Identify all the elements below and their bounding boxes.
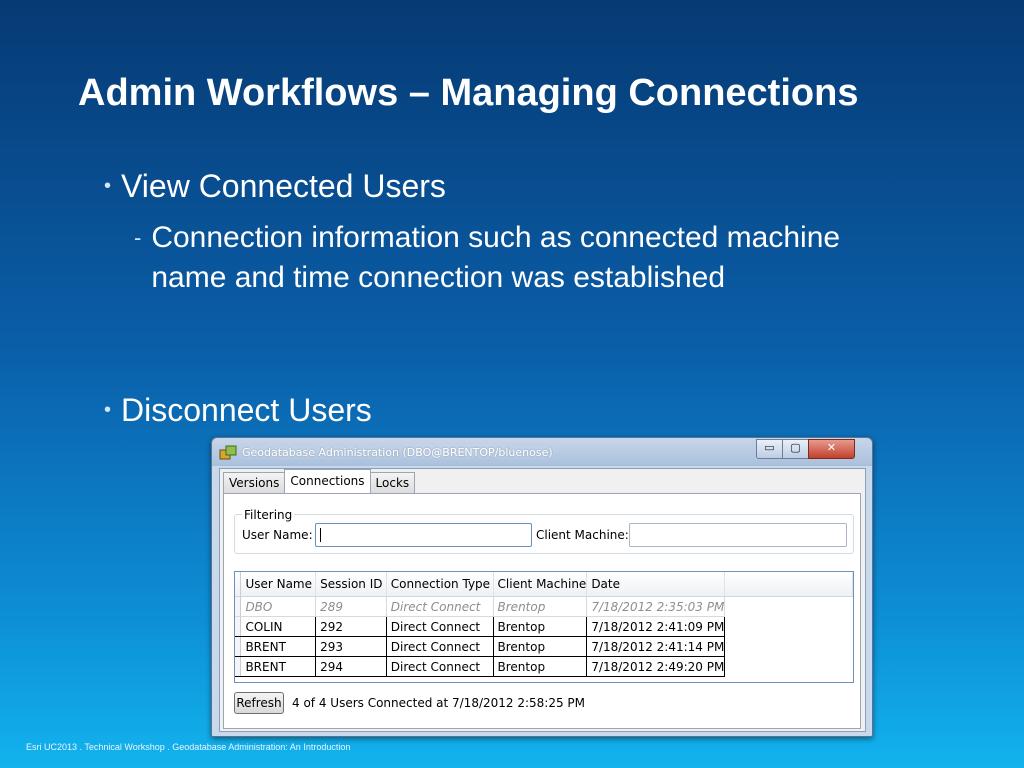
cell-connection-type: Direct Connect: [386, 616, 494, 637]
cell-date: 7/18/2012 2:35:03 PM: [586, 596, 726, 617]
cell-connection-type: Direct Connect: [386, 596, 494, 617]
cell-filler: [725, 637, 853, 657]
cell-connection-type: Direct Connect: [386, 636, 494, 657]
user-name-input[interactable]: [315, 523, 532, 547]
column-header-client-machine[interactable]: Client Machine: [493, 572, 588, 597]
cell-session-id: 293: [315, 636, 387, 657]
grid-header-row: User Name Session ID Connection Type Cli…: [235, 572, 853, 597]
connections-panel: Filtering User Name: Client Machine: Use…: [223, 493, 861, 729]
table-row[interactable]: BRENT 293 Direct Connect Brentop 7/18/20…: [235, 636, 853, 657]
connection-status-text: 4 of 4 Users Connected at 7/18/2012 2:58…: [292, 696, 586, 710]
slide-title: Admin Workflows – Managing Connections: [78, 72, 859, 114]
bullet-mark: •: [104, 399, 112, 421]
user-name-label: User Name:: [242, 528, 313, 542]
cell-session-id: 292: [315, 616, 387, 637]
client-machine-label: Client Machine:: [536, 528, 629, 542]
cell-client-machine: Brentop: [493, 656, 588, 677]
slide-footer: Esri UC2013 . Technical Workshop . Geoda…: [26, 742, 351, 752]
cell-date: 7/18/2012 2:41:14 PM: [586, 636, 726, 657]
geodatabase-app-icon: [219, 445, 237, 460]
client-machine-input[interactable]: [629, 523, 847, 547]
sub-bullet-mark: -: [134, 225, 142, 250]
window-client-area: Versions Connections Locks Filtering Use…: [219, 468, 866, 732]
bullet-mark: •: [104, 175, 112, 197]
cell-session-id: 289: [315, 596, 387, 617]
geodatabase-admin-window: Geodatabase Administration (DBO@BRENTOP/…: [211, 437, 873, 737]
cell-session-id: 294: [315, 656, 387, 677]
bullet-view-connected-users: • View Connected Users: [104, 169, 446, 203]
maximize-button[interactable]: ▢: [782, 439, 809, 459]
connections-grid: User Name Session ID Connection Type Cli…: [234, 571, 854, 683]
cell-user-name: DBO: [240, 596, 317, 617]
cell-date: 7/18/2012 2:41:09 PM: [586, 616, 726, 637]
bullet-text: Disconnect Users: [121, 392, 372, 428]
sub-bullet-connection-info: - Connection information such as connect…: [134, 218, 841, 298]
cell-user-name: BRENT: [240, 636, 317, 657]
sub-bullet-text: Connection information such as connected…: [151, 221, 841, 294]
cell-connection-type: Direct Connect: [386, 656, 494, 677]
tab-strip: Versions Connections Locks: [223, 469, 416, 493]
minimize-button[interactable]: ▭: [756, 439, 783, 459]
bullet-disconnect-users: • Disconnect Users: [104, 393, 372, 427]
cell-client-machine: Brentop: [493, 636, 588, 657]
table-row[interactable]: DBO 289 Direct Connect Brentop 7/18/2012…: [235, 596, 853, 617]
cell-filler: [725, 657, 853, 677]
tab-connections[interactable]: Connections: [284, 469, 371, 493]
cell-filler: [725, 617, 853, 637]
cell-client-machine: Brentop: [493, 596, 588, 617]
cell-filler: [725, 597, 853, 617]
column-header-date[interactable]: Date: [586, 572, 726, 597]
cell-client-machine: Brentop: [493, 616, 588, 637]
tab-locks[interactable]: Locks: [369, 472, 416, 493]
close-button[interactable]: ✕: [808, 439, 855, 459]
window-title: Geodatabase Administration (DBO@BRENTOP/…: [242, 446, 553, 459]
cell-user-name: BRENT: [240, 656, 317, 677]
filtering-legend: Filtering: [242, 508, 295, 522]
column-header-filler: [724, 572, 853, 597]
refresh-button[interactable]: Refresh: [234, 692, 284, 714]
column-header-session-id[interactable]: Session ID: [315, 572, 387, 597]
text-caret: [320, 528, 321, 542]
column-header-user-name[interactable]: User Name: [240, 572, 317, 597]
column-header-connection-type[interactable]: Connection Type: [386, 572, 494, 597]
cell-user-name: COLIN: [240, 616, 317, 637]
tab-versions[interactable]: Versions: [223, 472, 286, 493]
bullet-text: View Connected Users: [121, 168, 446, 204]
table-row[interactable]: COLIN 292 Direct Connect Brentop 7/18/20…: [235, 616, 853, 637]
title-bar[interactable]: Geodatabase Administration (DBO@BRENTOP/…: [212, 438, 872, 466]
table-row[interactable]: BRENT 294 Direct Connect Brentop 7/18/20…: [235, 656, 853, 677]
cell-date: 7/18/2012 2:49:20 PM: [586, 656, 726, 677]
